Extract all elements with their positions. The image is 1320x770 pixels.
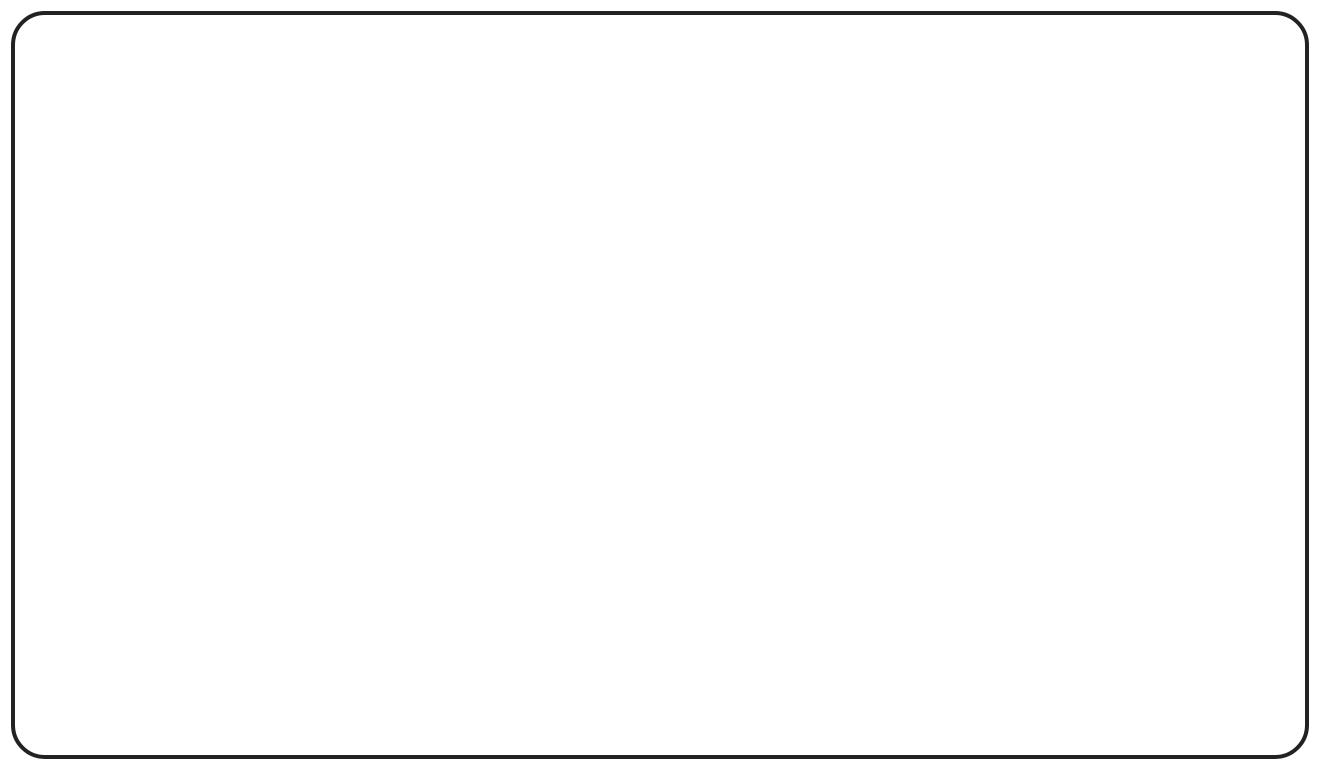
rounded-frame [11, 11, 1309, 759]
blank-canvas [0, 0, 1320, 770]
